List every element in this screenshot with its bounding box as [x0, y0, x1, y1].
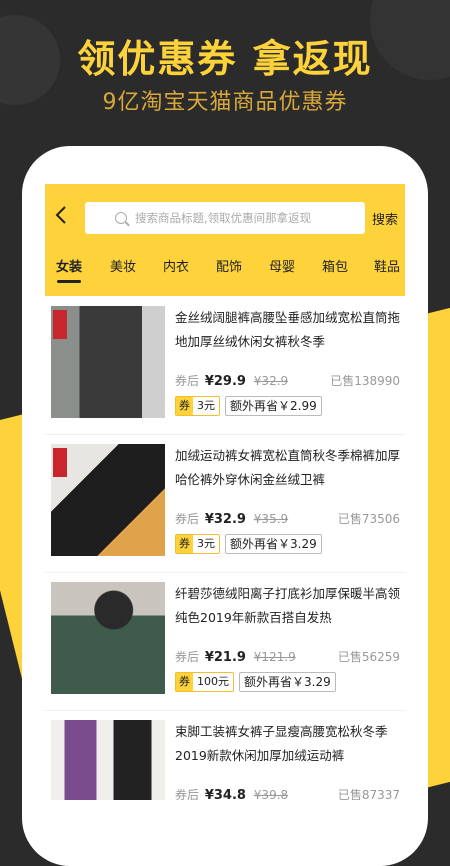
coupon-label: 券	[176, 397, 193, 415]
list-item[interactable]: 束脚工装裤女裤子显瘦高腰宽松秋冬季2019新款休闲加厚加绒运动裤 券后 ¥34.…	[45, 710, 405, 800]
original-price: ¥35.9	[253, 512, 289, 526]
tab-baby[interactable]: 母婴	[269, 256, 295, 275]
price-row: 券后 ¥29.9 ¥32.9 已售138990	[175, 372, 400, 392]
extra-savings: 额外再省￥3.29	[239, 672, 336, 692]
product-title[interactable]: 金丝绒阔腿裤高腰坠垂感加绒宽松直筒拖地加厚丝绒休闲女裤秋冬季	[175, 306, 400, 354]
promo-tag	[53, 448, 67, 477]
app-screen: 搜索商品标题,领取优惠间那拿返现 搜索 女装 美妆 内衣 配饰 母婴 箱包 鞋品…	[45, 184, 405, 800]
coupon-value: 3元	[197, 399, 215, 412]
price-row: 券后 ¥21.9 ¥121.9 已售56259	[175, 648, 400, 668]
coupon-row: 券 3元 额外再省￥3.29	[175, 534, 322, 554]
coupon-badge[interactable]: 券 3元	[175, 396, 220, 416]
list-item[interactable]: 金丝绒阔腿裤高腰坠垂感加绒宽松直筒拖地加厚丝绒休闲女裤秋冬季 券后 ¥29.9 …	[45, 296, 405, 435]
coupon-label: 券	[176, 673, 193, 691]
product-image[interactable]	[51, 444, 165, 556]
hero-subtitle: 9亿淘宝天猫商品优惠券	[102, 90, 348, 115]
header: 搜索商品标题,领取优惠间那拿返现 搜索 女装 美妆 内衣 配饰 母婴 箱包 鞋品	[45, 184, 405, 296]
coupon-value: 100元	[197, 675, 229, 688]
hero-title: 领优惠券 拿返现	[77, 37, 373, 81]
category-tabs: 女装 美妆 内衣 配饰 母婴 箱包 鞋品	[45, 256, 405, 286]
tab-beauty[interactable]: 美妆	[110, 256, 136, 275]
coupon-row: 券 3元 额外再省￥2.99	[175, 396, 322, 416]
tab-underwear[interactable]: 内衣	[163, 256, 189, 275]
search-input[interactable]: 搜索商品标题,领取优惠间那拿返现	[85, 202, 365, 234]
search-button[interactable]: 搜索	[372, 209, 398, 228]
price-row: 券后 ¥34.8 ¥39.8 已售87337	[175, 786, 400, 800]
price-row: 券后 ¥32.9 ¥35.9 已售73506	[175, 510, 400, 530]
after-coupon-label: 券后	[175, 650, 200, 664]
coupon-badge[interactable]: 券 100元	[175, 672, 234, 692]
product-image[interactable]	[51, 582, 165, 694]
sold-count: 已售138990	[330, 374, 400, 388]
product-title[interactable]: 束脚工装裤女裤子显瘦高腰宽松秋冬季2019新款休闲加厚加绒运动裤	[175, 720, 400, 768]
list-item[interactable]: 纤碧莎德绒阳离子打底衫加厚保暖半高领纯色2019年新款百搭自发热 券后 ¥21.…	[45, 572, 405, 711]
product-price: ¥34.8	[204, 788, 246, 800]
coupon-row: 券 100元 额外再省￥3.29	[175, 672, 336, 692]
sold-count: 已售87337	[337, 788, 400, 800]
product-title[interactable]: 纤碧莎德绒阳离子打底衫加厚保暖半高领纯色2019年新款百搭自发热	[175, 582, 400, 630]
product-price: ¥21.9	[204, 650, 246, 665]
original-price: ¥39.8	[253, 788, 289, 800]
after-coupon-label: 券后	[175, 374, 200, 388]
tab-shoes[interactable]: 鞋品	[374, 256, 400, 275]
search-placeholder: 搜索商品标题,领取优惠间那拿返现	[135, 211, 312, 225]
original-price: ¥121.9	[253, 650, 296, 664]
list-item[interactable]: 加绒运动裤女裤宽松直筒秋冬季棉裤加厚哈伦裤外穿休闲金丝绒卫裤 券后 ¥32.9 …	[45, 434, 405, 573]
product-image[interactable]	[51, 306, 165, 418]
coupon-badge[interactable]: 券 3元	[175, 534, 220, 554]
sold-count: 已售56259	[337, 650, 400, 664]
coupon-label: 券	[176, 535, 193, 553]
tab-bags[interactable]: 箱包	[322, 256, 348, 275]
product-price: ¥29.9	[204, 374, 246, 389]
product-price: ¥32.9	[204, 512, 246, 527]
product-image[interactable]	[51, 720, 165, 800]
sold-count: 已售73506	[337, 512, 400, 526]
product-title[interactable]: 加绒运动裤女裤宽松直筒秋冬季棉裤加厚哈伦裤外穿休闲金丝绒卫裤	[175, 444, 400, 492]
search-icon	[115, 212, 127, 224]
chevron-left-icon[interactable]	[55, 204, 75, 234]
tab-accessories[interactable]: 配饰	[216, 256, 242, 275]
coupon-value: 3元	[197, 537, 215, 550]
after-coupon-label: 券后	[175, 788, 200, 800]
tab-underline	[57, 280, 81, 283]
after-coupon-label: 券后	[175, 512, 200, 526]
promo-tag	[53, 310, 67, 339]
tab-women[interactable]: 女装	[56, 256, 82, 275]
extra-savings: 额外再省￥3.29	[225, 534, 322, 554]
extra-savings: 额外再省￥2.99	[225, 396, 322, 416]
original-price: ¥32.9	[253, 374, 289, 388]
